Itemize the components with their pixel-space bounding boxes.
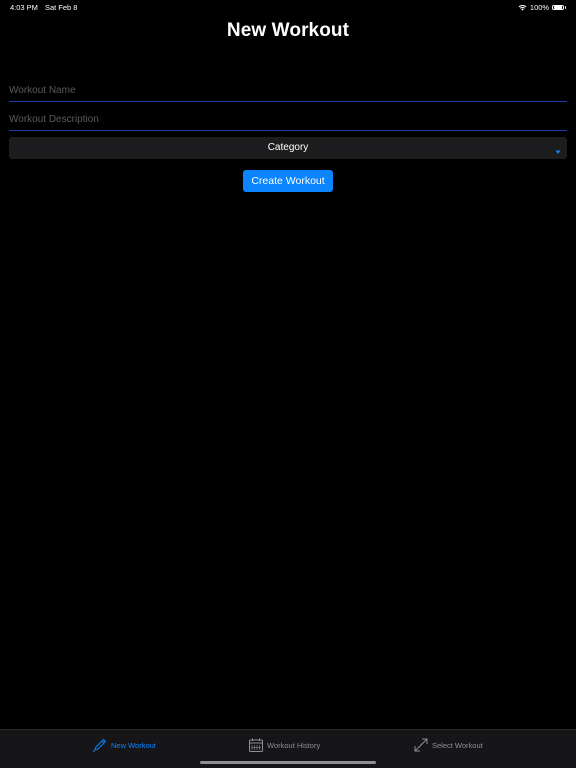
calendar-icon — [248, 737, 264, 753]
status-right: 100% — [518, 3, 566, 12]
status-date: Sat Feb 8 — [44, 3, 78, 12]
tab-new-workout[interactable]: New Workout — [92, 737, 156, 753]
status-time: 4:03 PM — [10, 3, 38, 12]
page-title: New Workout — [226, 20, 350, 41]
app-screen: 4:03 PM Sat Feb 8 100% New Workout Worko… — [0, 0, 576, 768]
battery-percent: 100% — [529, 3, 550, 12]
tab-workout-history-label: Workout History — [267, 740, 321, 750]
battery-cap — [564, 6, 566, 9]
tab-select-workout[interactable]: Select Workout — [413, 737, 483, 753]
tab-new-workout-label: New Workout — [111, 740, 156, 750]
category-select[interactable]: Category — [9, 137, 567, 159]
workout-name-input[interactable] — [9, 80, 567, 102]
battery-icon — [552, 4, 566, 11]
tab-workout-history[interactable]: Workout History — [248, 737, 320, 753]
pencil-icon — [92, 737, 108, 753]
status-left: 4:03 PM Sat Feb 8 — [10, 3, 77, 12]
tab-select-workout-label: Select Workout — [432, 740, 483, 750]
tab-bar: New Workout Workout History Select Worko… — [0, 729, 576, 768]
create-workout-button[interactable]: Create Workout — [243, 170, 333, 192]
workout-description-input[interactable] — [9, 109, 567, 131]
status-bar: 4:03 PM Sat Feb 8 100% — [0, 0, 576, 14]
battery-body — [552, 4, 565, 11]
battery-fill — [553, 6, 563, 9]
category-label: Category — [267, 142, 309, 153]
chevron-down-icon — [554, 143, 562, 154]
expand-arrows-icon — [413, 737, 429, 753]
wifi-icon — [518, 4, 527, 11]
home-indicator — [200, 761, 376, 764]
